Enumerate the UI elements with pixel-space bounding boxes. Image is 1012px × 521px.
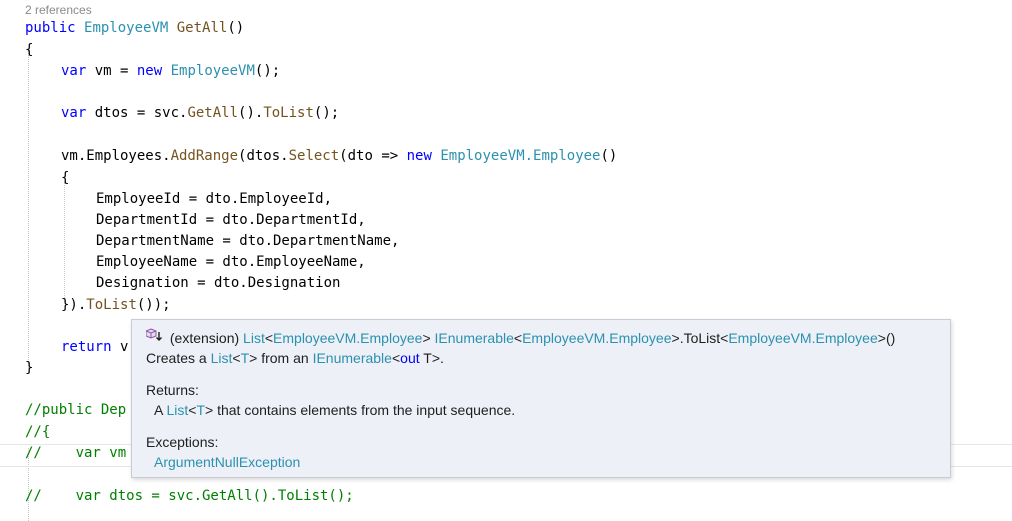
code-text: Designation = dto.Designation [96,275,341,291]
keyword: new [136,63,163,79]
code-line-addrange[interactable]: vm.Employees.AddRange(dtos.Select(dto =>… [61,146,617,167]
tooltip-text: > [877,330,886,346]
code-text: vm.Employees. [61,148,171,164]
indent-guide [64,182,65,302]
quickinfo-tooltip[interactable]: (extension) List<EmployeeVM.Employee> IE… [131,319,951,478]
tooltip-description: Creates a List<T> from an IEnumerable<ou… [146,349,444,367]
code-text: (dto => [339,148,407,164]
tooltip-text: Creates a [146,350,211,366]
keyword: var [61,105,87,121]
tooltip-text: < [232,350,241,366]
tooltip-text: < [391,350,401,366]
code-text: DepartmentName = dto.DepartmentName, [96,233,400,249]
tooltip-returns-text: A List<T> that contains elements from th… [154,401,515,419]
keyword: public [25,20,76,36]
type-link[interactable]: IEnumerable [313,350,392,366]
keyword: var [61,63,87,79]
type-link[interactable]: List [166,402,188,418]
type-name: EmployeeVM.Employee [440,148,601,164]
code-line-var-dtos[interactable]: var dtos = svc.GetAll().ToList(); [61,103,339,124]
codelens-references[interactable]: 2 references [25,2,92,18]
code-line-comment[interactable]: // var vm [25,443,126,464]
type-param: T [196,402,206,418]
code-text: }). [61,297,87,313]
method-name: Select [288,148,340,164]
code-text: (); [254,63,281,79]
tooltip-exceptions-label: Exceptions: [146,434,219,450]
code-text: } [25,360,34,376]
comment-text: // var dtos = svc.GetAll().ToList(); [25,488,354,504]
tooltip-text: < [513,330,523,346]
code-text: (). [238,105,264,121]
tooltip-text: (extension) [166,330,244,346]
method-name: GetAll [176,20,228,36]
tooltip-signature: (extension) List<EmployeeVM.Employee> IE… [166,329,895,347]
code-line-comment[interactable]: // var dtos = svc.GetAll().ToList(); [25,486,354,507]
method-name: GetAll [187,105,239,121]
comment-text: //public Dep [25,402,127,418]
extension-method-icon [146,328,162,341]
code-line-close-brace[interactable]: } [25,358,33,379]
method-name: AddRange [170,148,239,164]
tooltip-text: from an [257,350,313,366]
method-name: ToList [263,105,314,121]
code-text: () [227,20,245,36]
type-name: EmployeeVM [170,63,255,79]
code-text: { [25,42,34,58]
code-text: DepartmentId = dto.DepartmentId, [96,212,366,228]
exception-link[interactable]: ArgumentNullException [154,453,300,471]
tooltip-text: that contains elements from the input se… [213,402,516,418]
code-line-comment[interactable]: //public Dep [25,400,126,421]
tooltip-text: > [422,330,431,346]
code-text: (dtos. [238,148,289,164]
code-line-assign-departmentname[interactable]: DepartmentName = dto.DepartmentName, [96,231,399,252]
code-text: () [600,148,618,164]
code-line-tolist[interactable]: }).ToList()); [61,295,171,316]
tooltip-text: A [154,402,167,418]
keyword: return [61,339,112,355]
code-line-assign-employeename[interactable]: EmployeeName = dto.EmployeeName, [96,252,366,273]
type-link[interactable]: IEnumerable [435,330,514,346]
code-line-open-brace[interactable]: { [25,40,33,61]
tooltip-text: > [671,330,680,346]
type-link[interactable]: List [211,350,233,366]
code-text: ()); [136,297,171,313]
code-line-assign-designation[interactable]: Designation = dto.Designation [96,273,340,294]
indent-guide [28,50,29,368]
code-text: EmployeeName = dto.EmployeeName, [96,254,366,270]
code-line-assign-departmentid[interactable]: DepartmentId = dto.DepartmentId, [96,210,366,231]
code-text: vm = [86,63,137,79]
type-link[interactable]: EmployeeVM.Employee [273,330,422,346]
keyword: out [400,350,420,366]
keyword: new [406,148,432,164]
tooltip-text: () [885,330,896,346]
code-text: dtos = svc. [86,105,188,121]
code-editor[interactable]: 2 references public EmployeeVM GetAll() … [0,0,1012,521]
tooltip-text: .ToList [679,330,721,346]
code-line-assign-employeeid[interactable]: EmployeeId = dto.EmployeeId, [96,189,332,210]
type-link[interactable]: EmployeeVM.Employee [728,330,877,346]
type-name: EmployeeVM [84,20,169,36]
type-link[interactable]: EmployeeVM.Employee [522,330,671,346]
code-line-return[interactable]: return v [61,337,128,358]
tooltip-text: > [205,402,214,418]
code-text: v [111,339,129,355]
code-line-comment[interactable]: //{ [25,422,50,443]
tooltip-returns-label: Returns: [146,382,199,398]
code-text: EmployeeId = dto.EmployeeId, [96,191,333,207]
code-line-method-signature[interactable]: public EmployeeVM GetAll() [25,18,244,39]
code-text: (); [313,105,340,121]
tooltip-text: < [264,330,274,346]
comment-text: // var vm [25,445,127,461]
type-link[interactable]: List [243,330,265,346]
code-line-var-vm[interactable]: var vm = new EmployeeVM(); [61,61,280,82]
code-text: { [61,170,70,186]
comment-text: //{ [25,424,51,440]
tooltip-text: T>. [419,350,444,366]
method-name: ToList [86,297,137,313]
type-param: T [240,350,250,366]
code-line-initializer-open[interactable]: { [61,168,69,189]
